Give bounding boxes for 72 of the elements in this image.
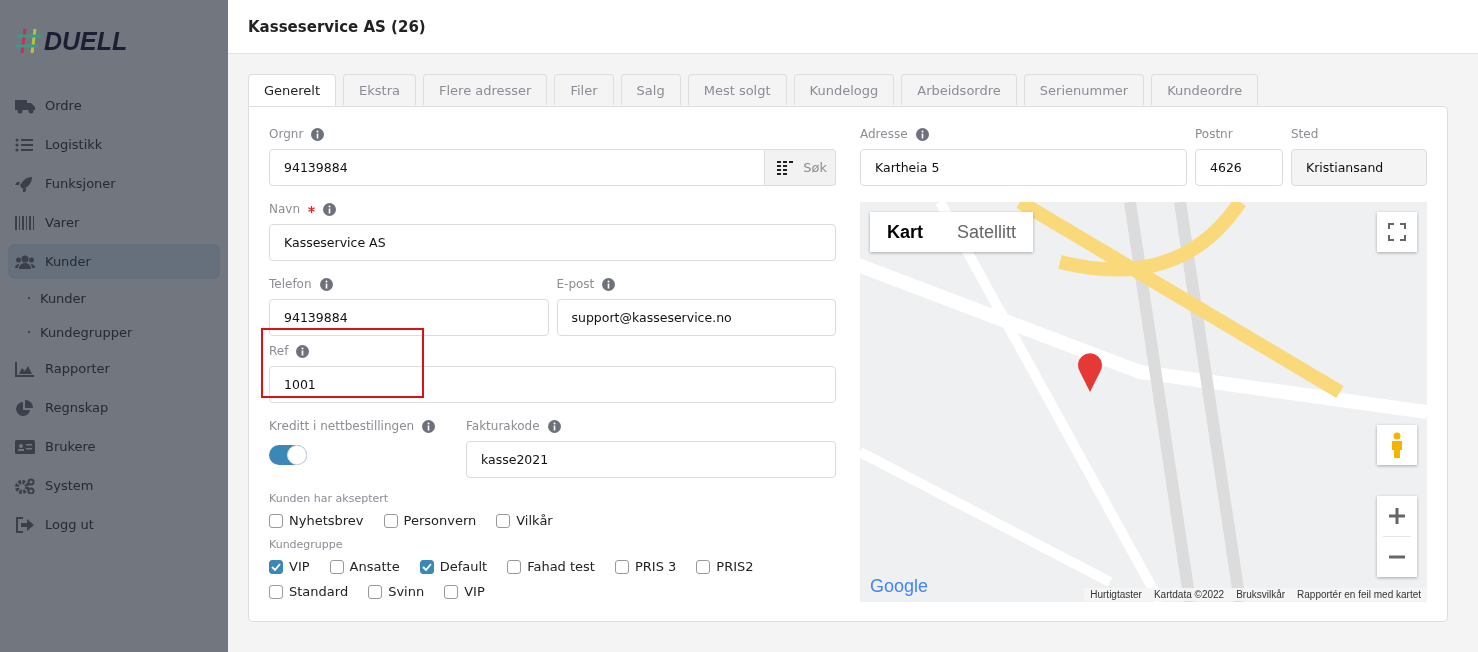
checkbox[interactable]: Personvern	[383, 511, 477, 530]
checkbox[interactable]: Default	[419, 557, 488, 576]
check-icon	[421, 562, 432, 571]
field-label: Telefon	[269, 277, 312, 291]
checkbox[interactable]: Fahad test	[507, 557, 595, 576]
input-field[interactable]: 4626	[1195, 149, 1283, 186]
checkbox[interactable]: Vilkår	[496, 511, 553, 530]
map-logo: Google	[870, 576, 929, 597]
pie-chart-icon	[15, 399, 35, 416]
map-type-tab[interactable]: Satellitt	[940, 212, 1034, 252]
map-footer-link[interactable]: Hurtigtaster	[1090, 589, 1142, 600]
group-label: Kundegruppe	[269, 538, 344, 551]
barcode-icon	[777, 160, 794, 175]
map-footer-link[interactable]: Kartdata ©2022	[1153, 589, 1225, 600]
logout-icon	[15, 516, 35, 533]
page-title: Kasseservice AS (26)	[248, 17, 426, 36]
checkbox[interactable]: Nyhetsbrev	[269, 511, 364, 530]
list-icon	[15, 136, 35, 153]
rocket-icon	[15, 175, 35, 192]
truck-icon	[15, 97, 35, 114]
checkbox[interactable]: VIP	[444, 582, 485, 601]
hash-logo-icon	[16, 28, 42, 54]
checkbox[interactable]: Standard	[269, 582, 349, 601]
minus-icon	[1388, 555, 1406, 559]
checkbox[interactable]: PRIS2	[696, 557, 754, 576]
info-icon	[602, 277, 616, 291]
plus-icon	[1388, 507, 1406, 525]
fullscreen-icon	[1388, 223, 1406, 241]
input-field[interactable]: 94139884	[269, 299, 549, 336]
map-footer-link[interactable]: Rapportér en feil med kartet	[1297, 589, 1421, 600]
field-label: Ref	[269, 344, 289, 358]
map-footer-link[interactable]: Bruksvilkår	[1236, 589, 1286, 600]
info-icon	[296, 344, 310, 358]
input-field[interactable]: kasse2021	[466, 441, 836, 478]
field-label: E-post	[556, 277, 595, 291]
field-label: Adresse	[860, 127, 908, 141]
gears-icon	[15, 477, 35, 494]
field-label: Navn	[269, 202, 301, 216]
zoom-in-button[interactable]	[1377, 496, 1417, 536]
toggle-switch[interactable]	[269, 445, 307, 465]
input-field[interactable]: Kartheia 5	[860, 149, 1187, 186]
field-label: Kreditt i nettbestillingen	[269, 419, 415, 433]
group-label: Kunden har akseptert	[269, 492, 390, 505]
checkbox[interactable]: PRIS 3	[614, 557, 677, 576]
input-field[interactable]: 94139884	[269, 149, 766, 186]
logo-wordmark: DUELL	[44, 26, 128, 56]
info-icon	[915, 127, 929, 141]
input-field[interactable]: support@kasseservice.no	[556, 299, 836, 336]
field-label: Postnr	[1195, 127, 1233, 141]
id-card-icon	[15, 438, 35, 455]
tab[interactable]: Generelt	[248, 74, 337, 106]
checkbox[interactable]: Ansatte	[329, 557, 400, 576]
person-icon	[1390, 432, 1404, 458]
input-field[interactable]: Kasseservice AS	[269, 224, 836, 261]
map-type-tab[interactable]: Kart	[870, 212, 940, 252]
field-label: Orgnr	[269, 127, 304, 141]
field-label: Sted	[1291, 127, 1319, 141]
asterisk-icon	[308, 205, 316, 213]
fullscreen-button[interactable]	[1377, 212, 1417, 252]
input-field[interactable]: 1001	[269, 366, 836, 403]
check-icon	[271, 562, 281, 571]
field-label: Fakturakode	[466, 419, 540, 433]
checkbox[interactable]: VIP	[269, 557, 310, 576]
info-icon	[323, 202, 337, 216]
info-icon	[311, 127, 325, 141]
info-icon	[422, 419, 436, 433]
info-icon	[547, 419, 561, 433]
users-icon	[15, 253, 35, 270]
barcode-icon	[15, 214, 35, 231]
checkbox[interactable]: Svinn	[368, 582, 425, 601]
info-icon	[319, 277, 333, 291]
area-chart-icon	[15, 360, 35, 377]
